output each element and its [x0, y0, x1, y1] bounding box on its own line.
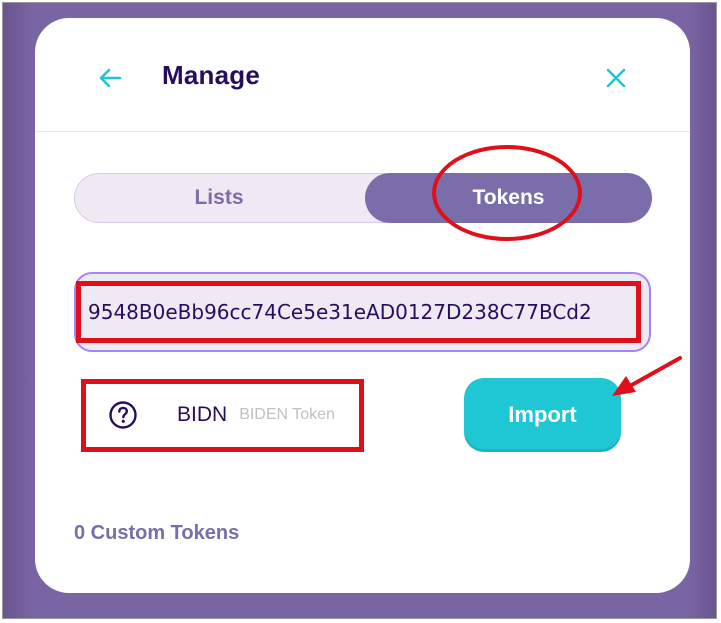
close-icon[interactable] — [601, 63, 631, 93]
token-search-result: BIDN BIDEN Token — [97, 388, 367, 442]
tab-tokens[interactable]: Tokens — [365, 173, 652, 223]
backdrop-shade-right — [688, 3, 716, 618]
help-circle-icon — [107, 399, 139, 431]
manage-modal: Manage Lists Tokens BIDN BIDEN Token Imp… — [35, 18, 690, 593]
custom-tokens-count: 0 Custom Tokens — [74, 522, 240, 544]
backdrop-shade-left — [3, 3, 33, 618]
arrow-left-icon[interactable] — [95, 63, 125, 93]
token-address-field — [74, 272, 651, 352]
token-name: BIDEN Token — [239, 406, 335, 423]
lists-tokens-toggle: Lists Tokens — [74, 173, 652, 223]
token-address-input[interactable] — [84, 282, 641, 342]
modal-title: Manage — [162, 60, 261, 90]
import-button[interactable]: Import — [464, 378, 621, 452]
modal-header: Manage — [35, 18, 690, 132]
token-symbol: BIDN — [177, 403, 228, 426]
tab-lists[interactable]: Lists — [75, 173, 363, 223]
